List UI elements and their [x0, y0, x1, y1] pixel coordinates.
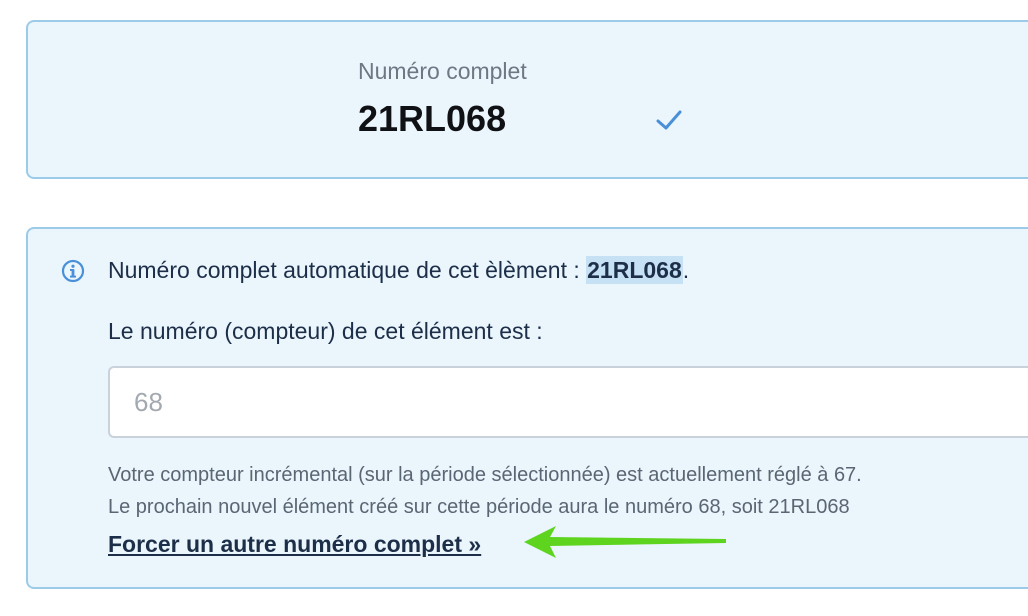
auto-number-text: Numéro complet automatique de cet èlèmen… [108, 256, 690, 284]
annotation-arrow-icon [524, 526, 726, 558]
auto-number-code[interactable]: 21RL068 [586, 256, 683, 284]
auto-number-prefix: Numéro complet automatique de cet èlèmen… [108, 257, 587, 283]
counter-input[interactable] [108, 366, 1028, 438]
info-icon [61, 259, 85, 283]
full-number-label: Numéro complet [358, 58, 527, 84]
counter-help-line-2: Le prochain nouvel élément créé sur cett… [108, 496, 850, 518]
auto-number-suffix: . [682, 257, 690, 283]
force-number-link[interactable]: Forcer un autre numéro complet » [108, 531, 481, 558]
page: Numéro complet 21RL068 Numéro complet au… [0, 0, 1028, 616]
counter-label: Le numéro (compteur) de cet élément est … [108, 318, 543, 344]
check-icon [656, 110, 682, 130]
counter-help-text: Votre compteur incrémental (sur la pério… [108, 459, 862, 523]
counter-help-line-1: Votre compteur incrémental (sur la pério… [108, 464, 862, 486]
counter-info-card: Numéro complet automatique de cet èlèmen… [26, 227, 1028, 589]
full-number-value: 21RL068 [358, 98, 507, 139]
full-number-card: Numéro complet 21RL068 [26, 20, 1028, 179]
